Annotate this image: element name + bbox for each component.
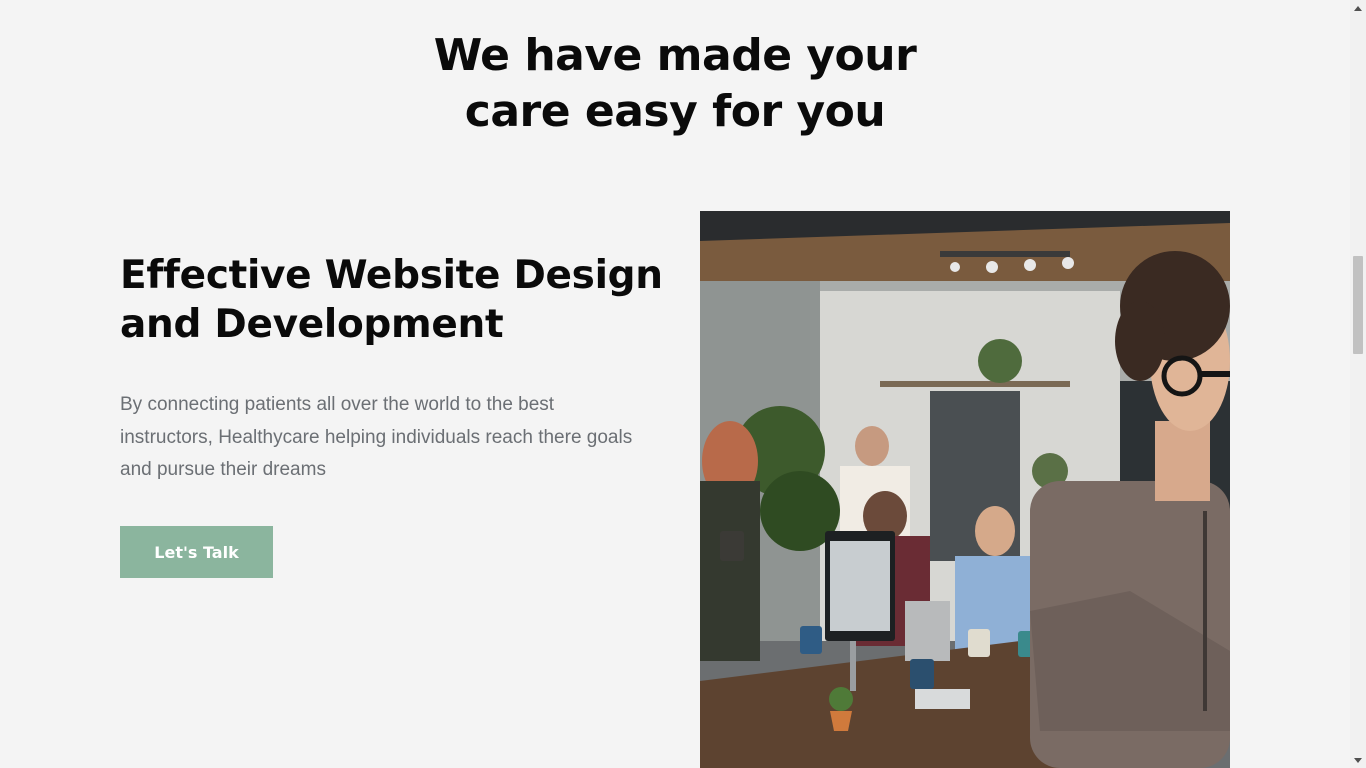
triangle-up-icon bbox=[1354, 5, 1362, 11]
page: We have made your care easy for you Effe… bbox=[0, 0, 1350, 768]
lets-talk-button[interactable]: Let's Talk bbox=[120, 526, 273, 578]
section-title-line-1: We have made your bbox=[433, 30, 917, 81]
section-title: We have made your care easy for you bbox=[0, 28, 1350, 140]
team-meeting-photo bbox=[700, 211, 1230, 768]
scroll-thumb[interactable] bbox=[1353, 256, 1363, 354]
feature-heading-line-2: and Development bbox=[120, 302, 504, 347]
vertical-scrollbar[interactable] bbox=[1350, 0, 1366, 768]
scroll-up-button[interactable] bbox=[1350, 0, 1366, 16]
feature-description: By connecting patients all over the worl… bbox=[120, 394, 633, 480]
scroll-down-button[interactable] bbox=[1350, 752, 1366, 768]
feature-heading: Effective Website Design and Development bbox=[120, 251, 680, 349]
triangle-down-icon bbox=[1354, 757, 1362, 763]
feature-heading-line-1: Effective Website Design bbox=[120, 253, 663, 298]
section-title-line-2: care easy for you bbox=[464, 86, 886, 137]
